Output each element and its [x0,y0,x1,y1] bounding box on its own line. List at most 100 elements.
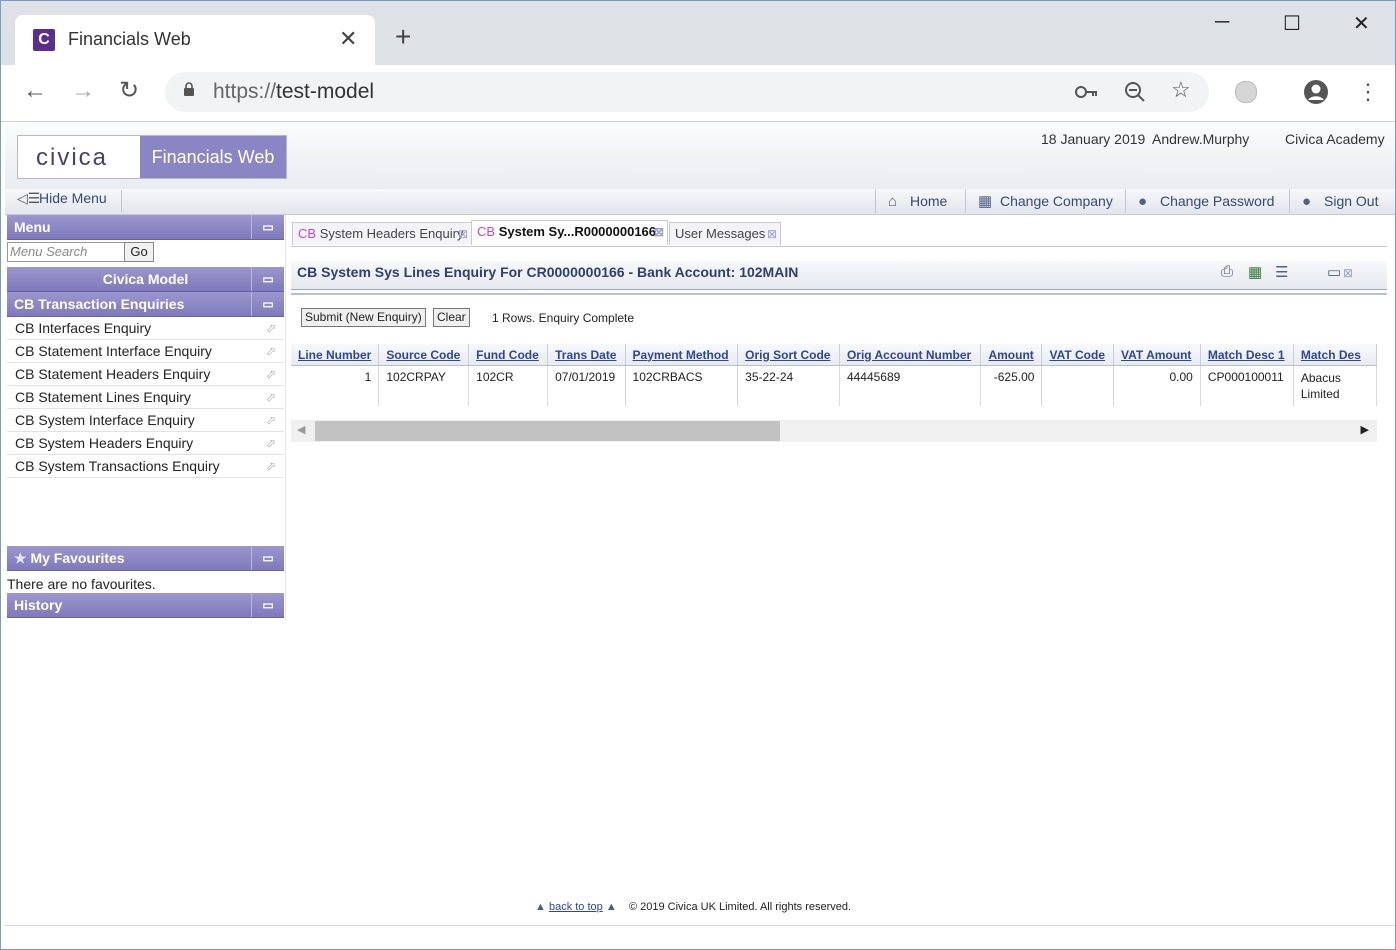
section-up-icon[interactable]: ▭ [251,292,284,316]
horizontal-scrollbar[interactable]: ◀ ▶ [291,420,1377,442]
content-tabs: CB System Headers Enquiry ⊠ CB System Sy… [291,220,1387,247]
menu-model-header[interactable]: Civica Model ▭ [7,267,284,292]
sidebar-item-cb-system-transactions-enquiry[interactable]: CB System Transactions Enquiry ⬀ [7,455,284,478]
tab-system-sys-lines[interactable]: CB System Sy...R0000000166 ⊠ [471,220,668,245]
cell-fund-code: 102CR [468,365,549,406]
col-match-desc-2[interactable]: Match Des [1293,344,1377,366]
sidebar-item-cb-statement-lines-enquiry[interactable]: CB Statement Lines Enquiry ⬀ [7,386,284,409]
minimize-icon[interactable]: ─ [1215,11,1229,34]
profile-avatar-icon[interactable] [1303,79,1329,105]
up-arrow-icon: ▲ [605,901,617,913]
table-row[interactable]: 1 102CRPAY 102CR 07/01/2019 102CRBACS 35… [291,365,1377,406]
zoom-out-icon[interactable] [1123,80,1147,104]
col-amount[interactable]: Amount [980,344,1043,366]
clear-button[interactable]: Clear [433,308,470,327]
tab-close-icon[interactable]: ⊠ [654,221,664,243]
sidebar-item-cb-statement-interface-enquiry[interactable]: CB Statement Interface Enquiry ⬀ [7,340,284,363]
menu-section-header[interactable]: CB Transaction Enquiries ▭ [7,292,284,317]
panel-maximize-icon[interactable]: ▭ [1327,263,1341,281]
submit-new-enquiry-button[interactable]: Submit (New Enquiry) [301,308,426,327]
scroll-left-icon[interactable]: ◀ [297,423,305,436]
tab-close-icon[interactable]: ✕ [339,26,357,52]
col-orig-sort-code[interactable]: Orig Sort Code [737,344,840,366]
home-icon: ⌂ [888,193,898,210]
reload-icon[interactable]: ↻ [119,77,139,105]
open-link-icon: ⬀ [265,390,276,404]
cell-source-code: 102CRPAY [378,365,470,406]
tab-system-headers-enquiry[interactable]: CB System Headers Enquiry ⊠ [292,222,472,245]
tab-close-icon[interactable]: ⊠ [458,223,468,245]
bottom-divider [5,925,1395,926]
open-link-icon: ⬀ [265,367,276,381]
col-source-code[interactable]: Source Code [378,344,470,366]
address-bar[interactable]: https://test-model ☆ [165,72,1209,112]
filter-icon[interactable]: ☰ [1275,263,1288,281]
browser-window: C Financials Web ✕ + ─ ☐ ✕ ← → ↻ https:/… [0,0,1396,950]
star-icon: ★ [14,550,27,566]
sidebar-item-cb-system-interface-enquiry[interactable]: CB System Interface Enquiry ⬀ [7,409,284,432]
copyright-text: © 2019 Civica UK Limited. All rights res… [628,901,852,913]
hide-menu-button[interactable]: ◁☰Hide Menu [17,190,122,212]
sidebar-item-cb-system-headers-enquiry[interactable]: CB System Headers Enquiry ⬀ [7,432,284,455]
key-icon[interactable] [1075,84,1099,100]
url-text[interactable]: https://test-model [213,80,374,104]
new-tab-icon[interactable]: + [395,23,411,51]
kebab-menu-icon[interactable]: ⋮ [1357,79,1379,105]
favourites-collapse-icon[interactable]: ▭ [251,546,284,570]
change-password-button[interactable]: ● Change Password [1125,189,1288,213]
cell-vat-code [1041,365,1114,406]
model-collapse-icon[interactable]: ▭ [251,267,284,291]
col-payment-method[interactable]: Payment Method [625,344,739,366]
scrollbar-thumb[interactable] [315,421,780,441]
panel-close-icon[interactable]: ⊠ [1343,266,1353,280]
col-match-desc-1[interactable]: Match Desc 1 [1200,344,1294,366]
col-trans-date[interactable]: Trans Date [547,344,626,366]
history-title: History [14,597,63,613]
change-password-label: Change Password [1160,193,1275,209]
col-fund-code[interactable]: Fund Code [468,344,549,366]
forward-icon[interactable]: → [71,77,95,105]
history-collapse-icon[interactable]: ▭ [251,593,284,617]
bookmark-star-icon[interactable]: ☆ [1171,77,1191,103]
sidebar-item-cb-interfaces-enquiry[interactable]: CB Interfaces Enquiry ⬀ [7,317,284,340]
civica-logo: civica Financials Web [17,135,287,179]
col-orig-account-number[interactable]: Orig Account Number [839,344,982,366]
favourites-title: My Favourites [30,550,125,566]
change-company-button[interactable]: ▦ Change Company [965,189,1128,213]
sidebar-item-label: CB Statement Headers Enquiry [15,366,211,382]
history-header[interactable]: History ▭ [7,593,284,618]
home-button[interactable]: ⌂ Home [875,189,978,213]
favicon-icon: C [33,29,55,51]
maximize-icon[interactable]: ☐ [1283,11,1301,36]
col-vat-code[interactable]: VAT Code [1041,344,1114,366]
extension-icon[interactable] [1235,81,1257,103]
collapse-menu-icon[interactable]: ▭ [251,215,284,239]
tab-prefix: CB [477,224,496,239]
excel-export-icon[interactable]: ▦ [1248,263,1262,281]
cell-match-desc-1: CP000100011 [1200,365,1294,406]
print-icon[interactable]: ⎙ [1221,263,1233,280]
cell-amount: -625.00 [980,365,1043,406]
sidebar: Menu ▭ Menu Search Go Civica Model ▭ CB … [7,215,284,618]
app-header: civica Financials Web 18 January 2019 An… [5,123,1395,190]
page-footer: ▲ back to top ▲ © 2019 Civica UK Limited… [535,901,851,913]
tab-close-icon[interactable]: ⊠ [767,223,777,245]
results-table: Line Number Source Code Fund Code Trans … [291,344,1377,406]
sidebar-item-cb-statement-headers-enquiry[interactable]: CB Statement Headers Enquiry ⬀ [7,363,284,386]
menu-search-go-button[interactable]: Go [124,242,154,262]
tab-label: System Headers Enquiry [319,226,464,241]
header-date: 18 January 2019 [1041,131,1146,147]
col-vat-amount[interactable]: VAT Amount [1113,344,1201,366]
menu-search-input[interactable]: Menu Search [7,242,125,262]
scroll-right-icon[interactable]: ▶ [1361,423,1369,436]
window-close-icon[interactable]: ✕ [1353,11,1370,36]
sign-out-label: Sign Out [1324,193,1379,209]
back-to-top-link[interactable]: back to top [549,901,603,913]
sign-out-button[interactable]: ● Sign Out [1289,189,1395,213]
browser-tab[interactable]: C Financials Web ✕ [15,15,375,65]
open-link-icon: ⬀ [265,413,276,427]
favourites-header[interactable]: ★ My Favourites ▭ [7,546,284,571]
tab-user-messages[interactable]: User Messages ⊠ [669,222,781,245]
col-line-number[interactable]: Line Number [291,344,380,366]
back-icon[interactable]: ← [23,77,47,105]
